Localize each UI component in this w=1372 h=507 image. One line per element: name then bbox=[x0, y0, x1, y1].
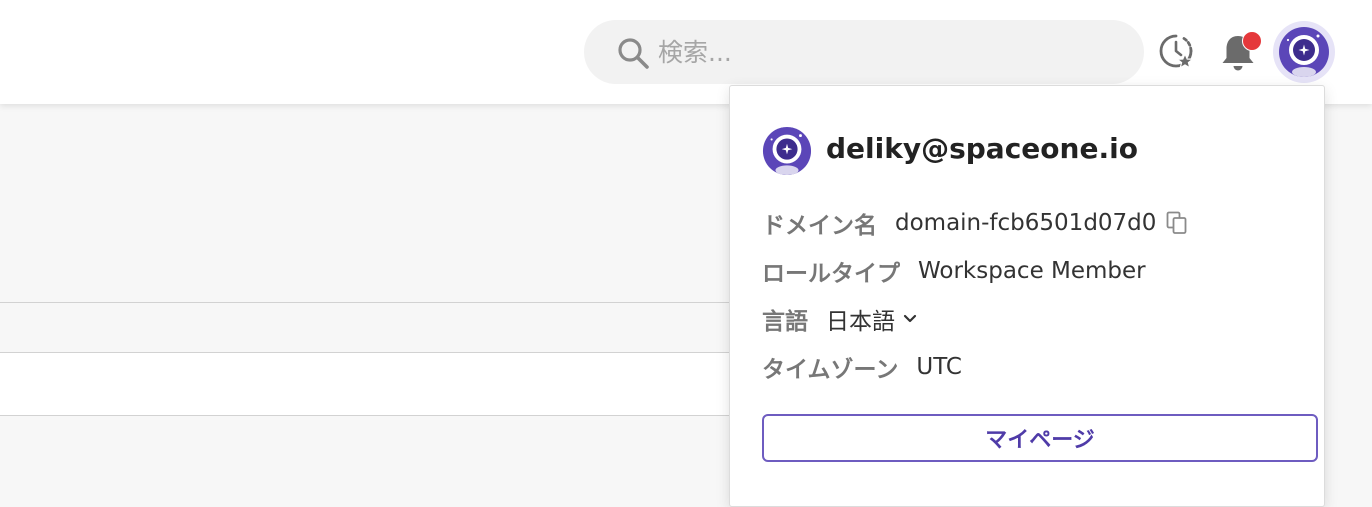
role-value: Workspace Member bbox=[918, 258, 1146, 284]
domain-label: ドメイン名 bbox=[762, 213, 877, 239]
chevron-down-icon bbox=[903, 314, 917, 323]
role-row: ロールタイプ Workspace Member bbox=[762, 254, 1146, 288]
domain-row: ドメイン名 domain-fcb6501d07d0 bbox=[762, 206, 1188, 240]
notification-badge bbox=[1242, 31, 1262, 51]
table-row bbox=[0, 302, 740, 353]
timezone-label: タイムゾーン bbox=[762, 357, 899, 383]
language-value: 日本語 bbox=[826, 309, 895, 335]
language-row: 言語 日本語 bbox=[762, 302, 917, 336]
profile-avatar-icon bbox=[762, 126, 812, 176]
search-box[interactable] bbox=[584, 20, 1144, 84]
language-label: 言語 bbox=[762, 309, 808, 335]
my-page-button[interactable]: マイページ bbox=[762, 414, 1318, 462]
user-avatar-icon bbox=[1279, 27, 1329, 77]
role-label: ロールタイプ bbox=[762, 261, 900, 287]
user-email: deliky@spaceone.io bbox=[826, 132, 1138, 165]
timezone-value: UTC bbox=[916, 354, 962, 380]
language-select[interactable]: 日本語 bbox=[826, 302, 917, 336]
search-input[interactable] bbox=[658, 34, 1098, 70]
domain-value: domain-fcb6501d07d0 bbox=[895, 210, 1157, 236]
recent-favorites-icon[interactable] bbox=[1156, 30, 1196, 74]
copy-icon[interactable] bbox=[1166, 211, 1188, 235]
user-avatar-button[interactable] bbox=[1273, 21, 1335, 83]
profile-menu-popover: deliky@spaceone.io ドメイン名 domain-fcb6501d… bbox=[729, 85, 1325, 507]
table-row bbox=[0, 352, 740, 416]
search-icon bbox=[618, 38, 649, 69]
timezone-row: タイムゾーン UTC bbox=[762, 350, 962, 384]
